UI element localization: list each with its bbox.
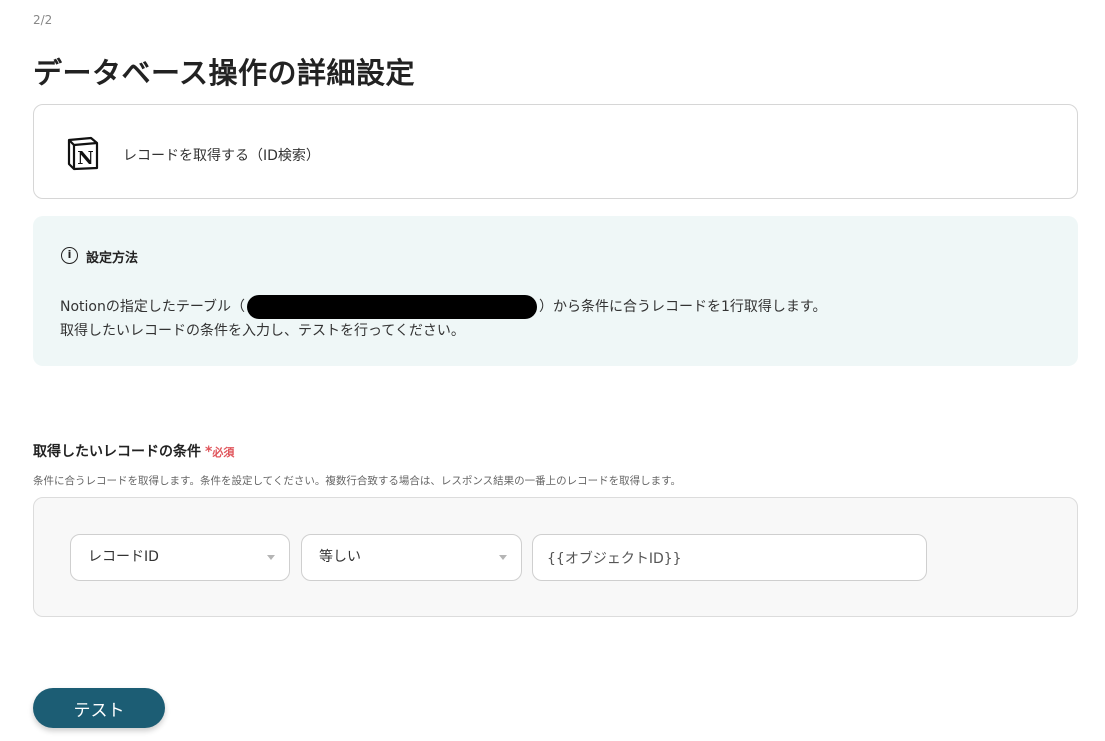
step-indicator: 2/2 — [33, 13, 53, 27]
condition-help-text: 条件に合うレコードを取得します。条件を設定してください。複数行合致する場合は、レ… — [33, 475, 682, 487]
chevron-down-icon — [267, 555, 275, 560]
test-button[interactable]: テスト — [33, 688, 165, 728]
action-card: N レコードを取得する（ID検索） — [33, 104, 1078, 199]
field-select-value: レコードID — [88, 549, 159, 565]
svg-text:N: N — [77, 148, 93, 169]
field-select[interactable]: レコードID — [70, 534, 290, 581]
instructions-line-1: Notionの指定したテーブル（ ）から条件に合うレコードを1行取得します。 — [60, 295, 827, 319]
notion-logo-icon: N — [65, 135, 101, 171]
chevron-down-icon — [499, 555, 507, 560]
info-circle-icon: i — [61, 247, 78, 264]
instructions-line-2: 取得したいレコードの条件を入力し、テストを行ってください。 — [60, 323, 465, 339]
instructions-line-1-suffix: ）から条件に合うレコードを1行取得します。 — [539, 299, 827, 315]
operator-select[interactable]: 等しい — [301, 534, 522, 581]
condition-row: レコードID 等しい — [33, 497, 1078, 617]
page-title: データベース操作の詳細設定 — [33, 56, 416, 90]
required-text: 必須 — [212, 446, 235, 459]
condition-label: 取得したいレコードの条件 *必須 — [33, 441, 234, 461]
instructions-heading: 設定方法 — [86, 251, 139, 266]
instructions-box: i 設定方法 Notionの指定したテーブル（ ）から条件に合うレコードを1行取得… — [33, 216, 1078, 366]
operator-select-value: 等しい — [319, 549, 361, 565]
instructions-line-1-prefix: Notionの指定したテーブル（ — [60, 299, 246, 315]
value-input[interactable] — [532, 534, 927, 581]
action-label: レコードを取得する（ID検索） — [123, 148, 320, 164]
redacted-block — [247, 295, 538, 319]
condition-label-text: 取得したいレコードの条件 — [33, 444, 201, 460]
